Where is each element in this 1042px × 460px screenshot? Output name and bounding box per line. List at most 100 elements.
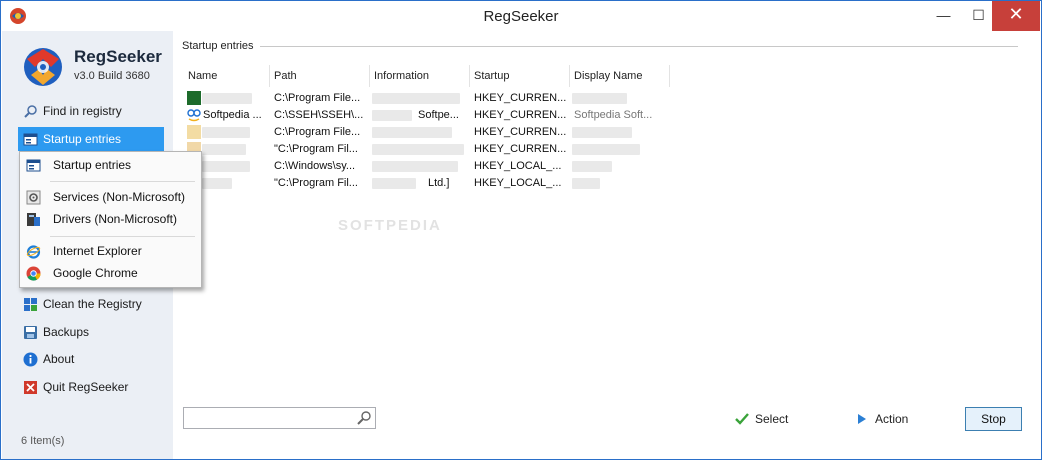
redacted-information xyxy=(372,144,464,155)
sidebar-item-label: Backups xyxy=(43,325,90,339)
title-bar[interactable]: RegSeeker — ☐ ✕ xyxy=(1,1,1041,31)
entry-icon xyxy=(187,125,201,139)
table-row[interactable]: Softpedia ... C:\SSEH\SSEH\... Softpe...… xyxy=(184,107,1030,124)
brand-name: RegSeeker xyxy=(74,47,162,66)
cell-startup: HKEY_CURREN... xyxy=(474,126,567,138)
search-box[interactable] xyxy=(183,407,376,429)
drivers-icon xyxy=(27,213,40,226)
sidebar-item-label: Quit RegSeeker xyxy=(43,380,129,394)
main-panel: Startup entries Name Path Information St… xyxy=(173,31,1041,459)
menu-separator xyxy=(50,181,195,182)
menu-item-label: Startup entries xyxy=(53,158,132,172)
redacted-display-name xyxy=(572,93,627,104)
table-row[interactable]: C:\Program File... HKEY_CURREN... xyxy=(184,90,1030,107)
regseeker-logo-icon xyxy=(24,48,62,86)
redacted-name xyxy=(202,144,246,155)
redacted-display-name xyxy=(572,161,612,172)
menu-item-label: Internet Explorer xyxy=(53,244,142,258)
info-icon xyxy=(23,352,38,367)
redacted-information xyxy=(372,178,416,189)
quit-x-icon xyxy=(24,381,37,394)
cell-display-name: Softpedia Soft... xyxy=(574,109,653,121)
play-arrow-icon xyxy=(858,414,866,424)
redacted-name xyxy=(202,178,232,189)
cell-path: C:\Windows\sy... xyxy=(274,160,356,172)
redacted-information xyxy=(372,93,460,104)
cell-path: C:\Program File... xyxy=(274,126,361,138)
cell-path: "C:\Program Fil... xyxy=(274,143,358,155)
search-input[interactable] xyxy=(186,409,354,427)
menu-item-label: Services (Non-Microsoft) xyxy=(53,190,186,204)
startup-window-icon xyxy=(23,133,38,146)
menu-item-services[interactable]: Services (Non-Microsoft) xyxy=(21,186,200,208)
magnifier-icon xyxy=(24,105,37,118)
redacted-name xyxy=(202,127,250,138)
column-header-information[interactable]: Information xyxy=(370,65,470,87)
column-header-startup[interactable]: Startup xyxy=(470,65,570,87)
sidebar-item-backups[interactable]: Backups xyxy=(18,320,164,344)
sidebar-item-label: Startup entries xyxy=(43,132,122,146)
sidebar-item-startup-entries[interactable]: Startup entries xyxy=(18,127,164,151)
group-divider xyxy=(253,46,1018,47)
menu-separator xyxy=(50,236,195,237)
softpedia-watermark: SOFTPEDIA xyxy=(338,217,442,234)
cell-information: Softpe... xyxy=(418,109,459,121)
menu-item-label: Google Chrome xyxy=(53,266,138,280)
stop-button[interactable]: Stop xyxy=(965,407,1022,431)
table-row[interactable]: "C:\Program Fil... HKEY_CURREN... xyxy=(184,141,1030,158)
startup-dropdown-menu: Startup entries Services (Non-Microsoft)… xyxy=(19,151,202,288)
action-label: Action xyxy=(875,412,909,426)
sidebar-item-clean-the-registry[interactable]: Clean the Registry xyxy=(18,292,164,316)
redacted-display-name xyxy=(572,127,632,138)
startup-window-icon xyxy=(26,159,41,172)
registry-clean-icon xyxy=(24,298,37,311)
internet-explorer-icon xyxy=(26,245,41,259)
cell-name: Softpedia ... xyxy=(203,109,262,121)
search-icon[interactable] xyxy=(356,410,372,426)
select-label: Select xyxy=(755,412,789,426)
checkmark-icon xyxy=(735,413,749,425)
sidebar-item-label: Find in registry xyxy=(43,104,122,118)
menu-item-google-chrome[interactable]: Google Chrome xyxy=(21,262,200,284)
menu-item-label: Drivers (Non-Microsoft) xyxy=(53,212,178,226)
sidebar-item-find-in-registry[interactable]: Find in registry xyxy=(18,99,164,123)
redacted-display-name xyxy=(572,178,600,189)
cell-startup: HKEY_LOCAL_... xyxy=(474,160,562,172)
item-count-status: 6 Item(s) xyxy=(21,435,65,447)
table-row[interactable]: C:\Windows\sy... HKEY_LOCAL_... xyxy=(184,158,1030,175)
cell-startup: HKEY_CURREN... xyxy=(474,92,567,104)
table-row[interactable]: C:\Program File... HKEY_CURREN... xyxy=(184,124,1030,141)
menu-item-internet-explorer[interactable]: Internet Explorer xyxy=(21,240,200,262)
column-header-name[interactable]: Name xyxy=(184,65,270,87)
sidebar-item-quit-regseeker[interactable]: Quit RegSeeker xyxy=(18,375,164,399)
app-window: RegSeeker — ☐ ✕ RegSeeker v3.0 Build 368… xyxy=(0,0,1042,460)
services-gear-icon xyxy=(26,190,41,205)
table-header: Name Path Information Startup Display Na… xyxy=(184,65,1030,87)
column-header-display-name[interactable]: Display Name xyxy=(570,65,670,87)
cell-path: "C:\Program Fil... xyxy=(274,177,358,189)
brand-version: v3.0 Build 3680 xyxy=(74,70,150,82)
sidebar-item-label: Clean the Registry xyxy=(43,297,142,311)
redacted-name xyxy=(202,93,252,104)
menu-item-drivers[interactable]: Drivers (Non-Microsoft) xyxy=(21,208,200,230)
column-header-path[interactable]: Path xyxy=(270,65,370,87)
sidebar-item-about[interactable]: About xyxy=(18,347,164,371)
close-button[interactable]: ✕ xyxy=(992,1,1040,31)
sidebar-item-label: About xyxy=(43,352,75,366)
redacted-information xyxy=(372,161,458,172)
window-title: RegSeeker xyxy=(483,8,559,25)
menu-item-startup-entries[interactable]: Startup entries xyxy=(21,154,200,176)
table-row[interactable]: "C:\Program Fil... Ltd.] HKEY_LOCAL_... xyxy=(184,175,1030,192)
google-chrome-icon xyxy=(26,266,41,281)
startup-entries-table[interactable]: Name Path Information Startup Display Na… xyxy=(184,65,1030,395)
group-title: Startup entries xyxy=(182,40,260,52)
cell-startup: HKEY_LOCAL_... xyxy=(474,177,562,189)
cell-path: C:\Program File... xyxy=(274,92,361,104)
redacted-display-name xyxy=(572,144,640,155)
cell-startup: HKEY_CURREN... xyxy=(474,109,567,121)
cell-path: C:\SSEH\SSEH\... xyxy=(274,109,364,121)
redacted-information xyxy=(372,110,412,121)
redacted-information xyxy=(372,127,452,138)
entry-icon xyxy=(187,91,201,105)
cell-startup: HKEY_CURREN... xyxy=(474,143,567,155)
